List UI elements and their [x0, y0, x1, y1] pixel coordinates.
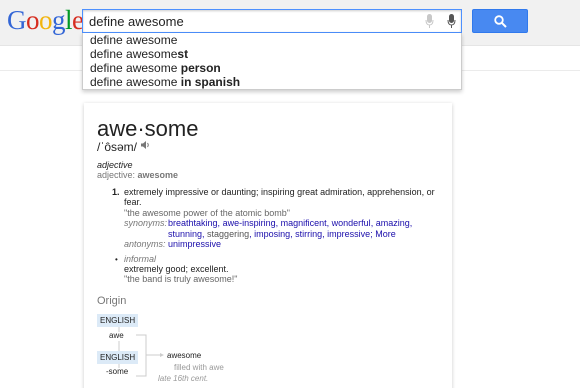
search-icon [494, 15, 507, 28]
voice-search-icon[interactable] [447, 14, 456, 29]
etymology-result: awesome [167, 351, 202, 360]
suggestion-item[interactable]: define awesome person [90, 61, 221, 76]
etymology-morpheme: awe [109, 331, 124, 340]
search-box[interactable] [82, 9, 462, 33]
suggestion-item[interactable]: define awesome [90, 33, 177, 48]
microphone-icon[interactable] [425, 14, 434, 29]
etymology-diagram-lines [118, 327, 164, 377]
search-button[interactable] [472, 9, 528, 33]
suggestion-item[interactable]: define awesomest [90, 47, 188, 62]
search-input[interactable] [89, 13, 409, 29]
etymology-morpheme: -some [106, 367, 129, 376]
suggestion-item[interactable]: define awesome in spanish [90, 75, 240, 90]
etymology-gloss: filled with awe [174, 363, 224, 372]
logo-letter: o [26, 5, 40, 35]
logo-letter: l [65, 5, 73, 35]
language-tag: ENGLISH [97, 314, 139, 327]
logo-letter: G [7, 5, 27, 35]
dictionary-card: awe·some /ˈôsəm/ adjective adjective: aw… [84, 103, 452, 388]
etymology-date: late 16th cent. [158, 374, 209, 383]
logo-letter: o [39, 5, 53, 35]
logo-letter: g [52, 5, 66, 35]
autocomplete-dropdown: define awesome define awesomest define a… [82, 33, 462, 90]
google-logo[interactable]: Google [7, 6, 84, 34]
language-tag: ENGLISH [97, 351, 139, 364]
